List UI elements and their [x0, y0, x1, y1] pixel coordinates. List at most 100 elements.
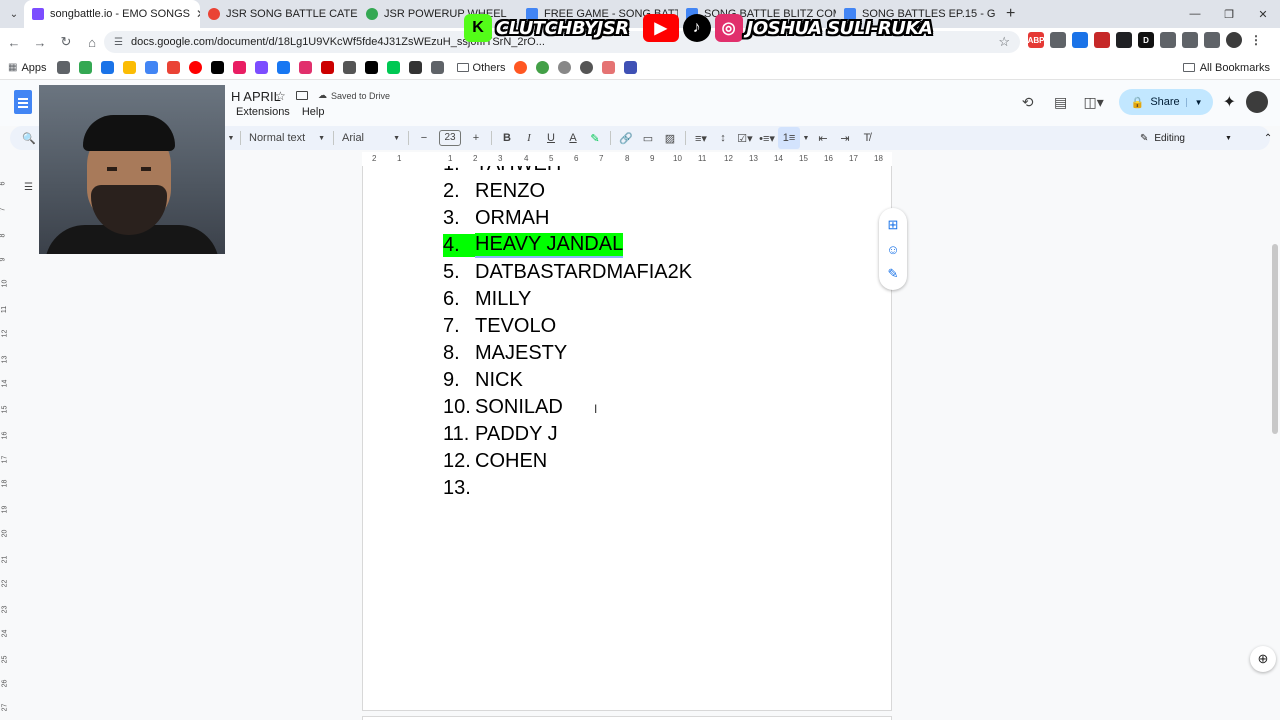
- list-item[interactable]: 3. ORMAH: [443, 205, 692, 232]
- list-item[interactable]: 13.: [443, 475, 692, 502]
- decrease-indent-icon[interactable]: ⇤: [812, 127, 834, 149]
- bookmark-icon[interactable]: [144, 61, 158, 74]
- scrollbar-thumb[interactable]: [1272, 244, 1278, 434]
- kick-bookmark-icon[interactable]: [386, 61, 400, 74]
- reload-icon[interactable]: ↻: [54, 30, 78, 54]
- move-folder-icon[interactable]: [296, 91, 308, 100]
- save-status[interactable]: ☁ Saved to Drive: [318, 90, 390, 101]
- menu-help[interactable]: Help: [302, 106, 325, 118]
- bookmark-icon[interactable]: [535, 61, 549, 74]
- bookmark-icon[interactable]: [122, 61, 136, 74]
- bookmark-icon[interactable]: [232, 61, 246, 74]
- list-item[interactable]: 7. TEVOLO: [443, 313, 692, 340]
- explore-icon[interactable]: ⊕: [1250, 646, 1276, 672]
- avatar[interactable]: [1246, 91, 1268, 113]
- bookmark-apps[interactable]: ▦ Apps: [8, 62, 47, 74]
- bulleted-list-icon[interactable]: •≡▾: [756, 127, 778, 149]
- minimize-icon[interactable]: —: [1178, 0, 1212, 28]
- browser-menu-icon[interactable]: ⋮: [1248, 32, 1264, 48]
- paragraph-style-select[interactable]: Normal text ▼: [245, 127, 329, 149]
- chevron-down-icon[interactable]: ▼: [800, 127, 812, 149]
- document-title[interactable]: H APRIL: [231, 89, 281, 104]
- extensions-puzzle-icon[interactable]: [1160, 32, 1176, 48]
- collapse-toolbar-icon[interactable]: ⌃: [1264, 133, 1272, 144]
- side-panel-icon[interactable]: [1204, 32, 1220, 48]
- list-item[interactable]: 6. MILLY: [443, 286, 692, 313]
- horizontal-ruler[interactable]: 2 1 1 2 3 4 5 6 7 8 9 10 11 12 13 14 15 …: [362, 152, 892, 166]
- suggest-edits-icon[interactable]: ✎: [888, 266, 899, 282]
- media-controls-icon[interactable]: [1182, 32, 1198, 48]
- comments-icon[interactable]: ▤: [1047, 88, 1075, 116]
- youtube-bookmark-icon[interactable]: [188, 61, 202, 74]
- insert-image-icon[interactable]: ▨: [659, 127, 681, 149]
- bookmark-icon[interactable]: [166, 61, 180, 74]
- list-item[interactable]: 10. SONILAD: [443, 394, 692, 421]
- all-bookmarks[interactable]: All Bookmarks: [1182, 62, 1270, 74]
- extension-icon[interactable]: [1072, 32, 1088, 48]
- profile-avatar-icon[interactable]: [1226, 32, 1242, 48]
- add-comment-icon[interactable]: ⊞: [888, 217, 899, 233]
- adblock-extension-icon[interactable]: ABP: [1028, 32, 1044, 48]
- docs-logo-icon[interactable]: [14, 90, 32, 114]
- list-item[interactable]: 12. COHEN: [443, 448, 692, 475]
- forward-icon[interactable]: →: [28, 30, 52, 54]
- chevron-down-icon[interactable]: ▼: [1185, 97, 1203, 107]
- line-spacing-icon[interactable]: ↕: [712, 127, 734, 149]
- bookmark-icon[interactable]: [513, 61, 527, 74]
- list-item[interactable]: 2. RENZO: [443, 178, 692, 205]
- site-info-icon[interactable]: ☰: [114, 37, 123, 48]
- extension-icon[interactable]: [1050, 32, 1066, 48]
- bookmark-icon[interactable]: [254, 61, 268, 74]
- star-icon[interactable]: ☆: [275, 89, 286, 103]
- bookmark-grid-icon[interactable]: [56, 61, 70, 74]
- bold-icon[interactable]: B: [496, 127, 518, 149]
- pdf-extension-icon[interactable]: [1094, 32, 1110, 48]
- extension-icon[interactable]: D: [1138, 32, 1154, 48]
- text-color-icon[interactable]: A: [562, 127, 584, 149]
- back-icon[interactable]: ←: [2, 30, 26, 54]
- bookmark-icon[interactable]: [430, 61, 444, 74]
- bookmark-icon[interactable]: [601, 61, 615, 74]
- menu-extensions[interactable]: Extensions: [236, 106, 290, 118]
- browser-tab[interactable]: songbattle.io - EMO SONGS ✕: [24, 0, 200, 28]
- instagram-bookmark-icon[interactable]: [298, 61, 312, 74]
- gemini-sparkle-icon[interactable]: ✦: [1223, 92, 1236, 112]
- tab-search-icon[interactable]: ⌄: [4, 4, 24, 24]
- checklist-icon[interactable]: ☑▾: [734, 127, 756, 149]
- document-outline-icon[interactable]: ☰: [24, 182, 33, 193]
- share-button[interactable]: 🔒 Share ▼: [1118, 89, 1213, 115]
- italic-icon[interactable]: I: [518, 127, 540, 149]
- add-comment-icon[interactable]: ▭: [637, 127, 659, 149]
- list-item-highlighted[interactable]: 4. HEAVY JANDAL: [443, 232, 692, 259]
- highlight-color-icon[interactable]: ✎: [584, 127, 606, 149]
- bookmark-icon[interactable]: [320, 61, 334, 74]
- underline-icon[interactable]: U: [540, 127, 562, 149]
- align-icon[interactable]: ≡▾: [690, 127, 712, 149]
- extension-icon[interactable]: [1116, 32, 1132, 48]
- decrease-font-size-icon[interactable]: −: [413, 127, 435, 149]
- browser-tab[interactable]: JSR SONG BATTLE CATEGORY ✕: [200, 0, 358, 28]
- vertical-scrollbar[interactable]: [1270, 166, 1280, 720]
- bookmark-star-icon[interactable]: ☆: [998, 34, 1010, 50]
- list-item[interactable]: 9. NICK: [443, 367, 692, 394]
- list-item[interactable]: 5. DATBASTARDMAFIA2K: [443, 259, 692, 286]
- version-history-icon[interactable]: ⟲: [1014, 88, 1042, 116]
- list-item[interactable]: 1.YAHWEH: [443, 166, 692, 178]
- list-item[interactable]: 11. PADDY J: [443, 421, 692, 448]
- document-page[interactable]: 1.YAHWEH 2.RENZO 3.ORMAH 4.HEAVY JANDAL …: [362, 166, 892, 711]
- font-size-input[interactable]: 23: [439, 130, 461, 146]
- insert-link-icon[interactable]: 🔗: [615, 127, 637, 149]
- bookmark-icon[interactable]: [579, 61, 593, 74]
- restore-icon[interactable]: ❐: [1212, 0, 1246, 28]
- clear-formatting-icon[interactable]: T̸: [856, 127, 878, 149]
- home-icon[interactable]: ⌂: [80, 30, 104, 54]
- bookmark-icon[interactable]: [100, 61, 114, 74]
- search-menus-icon[interactable]: 🔍: [22, 132, 36, 145]
- chevron-down-icon[interactable]: ▼: [226, 127, 236, 149]
- hq-bookmark-icon[interactable]: [342, 61, 356, 74]
- bookmark-icon[interactable]: [623, 61, 637, 74]
- increase-font-size-icon[interactable]: +: [465, 127, 487, 149]
- next-page[interactable]: [362, 716, 892, 720]
- editing-mode-select[interactable]: ✎ Editing ▼ ⌃: [1140, 126, 1272, 150]
- close-window-icon[interactable]: ✕: [1246, 0, 1280, 28]
